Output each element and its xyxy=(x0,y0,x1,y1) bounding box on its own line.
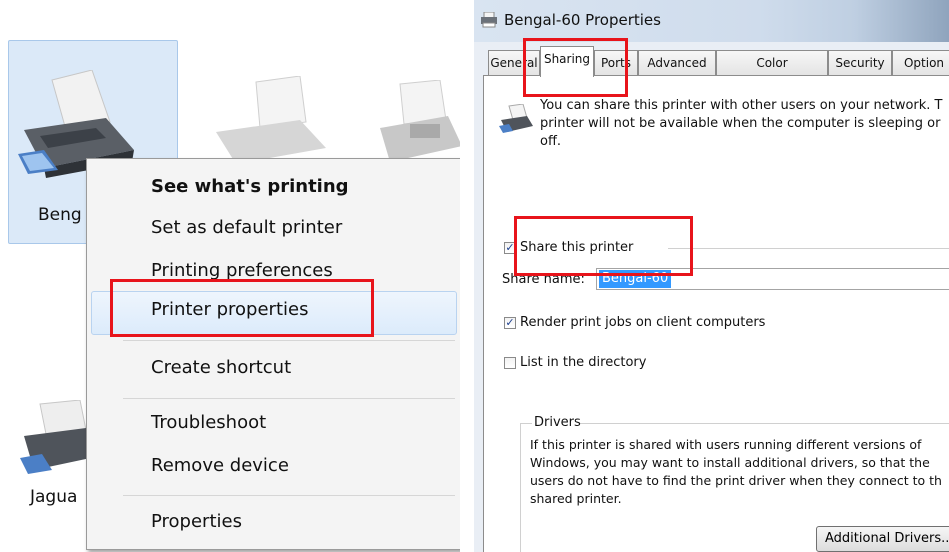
printer-icon xyxy=(499,104,533,133)
group-border xyxy=(580,423,949,424)
tab-advanced[interactable]: Advanced xyxy=(638,50,716,76)
fax-icon xyxy=(380,80,460,162)
drivers-description: Windows, you may want to install additio… xyxy=(530,455,930,470)
group-border xyxy=(520,423,521,552)
printer-properties-dialog: Bengal-60 Properties General Sharing Por… xyxy=(474,0,949,552)
sharing-tab-page: You can share this printer with other us… xyxy=(483,75,949,552)
group-border xyxy=(520,423,532,424)
list-directory-label[interactable]: List in the directory xyxy=(520,355,646,370)
menu-separator xyxy=(123,495,455,496)
menu-item-see-whats-printing[interactable]: See what's printing xyxy=(151,176,349,197)
sharing-info-text: off. xyxy=(540,134,562,149)
menu-item-properties[interactable]: Properties xyxy=(151,511,242,532)
tab-sharing[interactable]: Sharing xyxy=(540,46,594,77)
menu-item-set-default-printer[interactable]: Set as default printer xyxy=(151,217,342,238)
menu-item-troubleshoot[interactable]: Troubleshoot xyxy=(151,412,266,433)
highlight-box xyxy=(110,279,374,337)
printer-icon xyxy=(216,76,326,164)
device-label[interactable]: Jagua xyxy=(30,487,77,507)
divider xyxy=(463,0,473,552)
devices-and-printers-panel: Beng Jagua See what's printing Set as de… xyxy=(0,0,460,552)
list-directory-checkbox[interactable] xyxy=(504,357,516,369)
menu-separator xyxy=(123,340,455,341)
device-label[interactable]: Beng xyxy=(38,205,82,225)
menu-item-printing-preferences[interactable]: Printing preferences xyxy=(151,260,333,281)
tab-color-management[interactable]: Color Management xyxy=(716,50,828,94)
menu-item-create-shortcut[interactable]: Create shortcut xyxy=(151,357,291,378)
tab-security[interactable]: Security xyxy=(828,50,892,76)
context-menu: See what's printing Set as default print… xyxy=(86,158,460,550)
tab-options[interactable]: Option xyxy=(892,50,949,76)
drivers-group-title: Drivers xyxy=(534,415,581,430)
printer-icon xyxy=(481,12,497,28)
additional-drivers-button[interactable]: Additional Drivers... xyxy=(816,526,949,552)
sharing-info-text: printer will not be available when the c… xyxy=(540,116,941,131)
window-title: Bengal-60 Properties xyxy=(504,11,661,29)
menu-separator xyxy=(123,398,455,399)
render-jobs-label[interactable]: Render print jobs on client computers xyxy=(520,315,765,330)
drivers-description: If this printer is shared with users run… xyxy=(530,437,922,452)
menu-item-remove-device[interactable]: Remove device xyxy=(151,455,289,476)
sharing-info-text: You can share this printer with other us… xyxy=(540,98,943,113)
highlight-box xyxy=(514,216,693,276)
title-bar: Bengal-60 Properties xyxy=(474,0,949,42)
drivers-description: shared printer. xyxy=(530,491,622,506)
group-border xyxy=(668,248,949,249)
render-jobs-checkbox[interactable]: ✓ xyxy=(504,317,516,329)
drivers-description: users do not have to find the print driv… xyxy=(530,473,942,488)
